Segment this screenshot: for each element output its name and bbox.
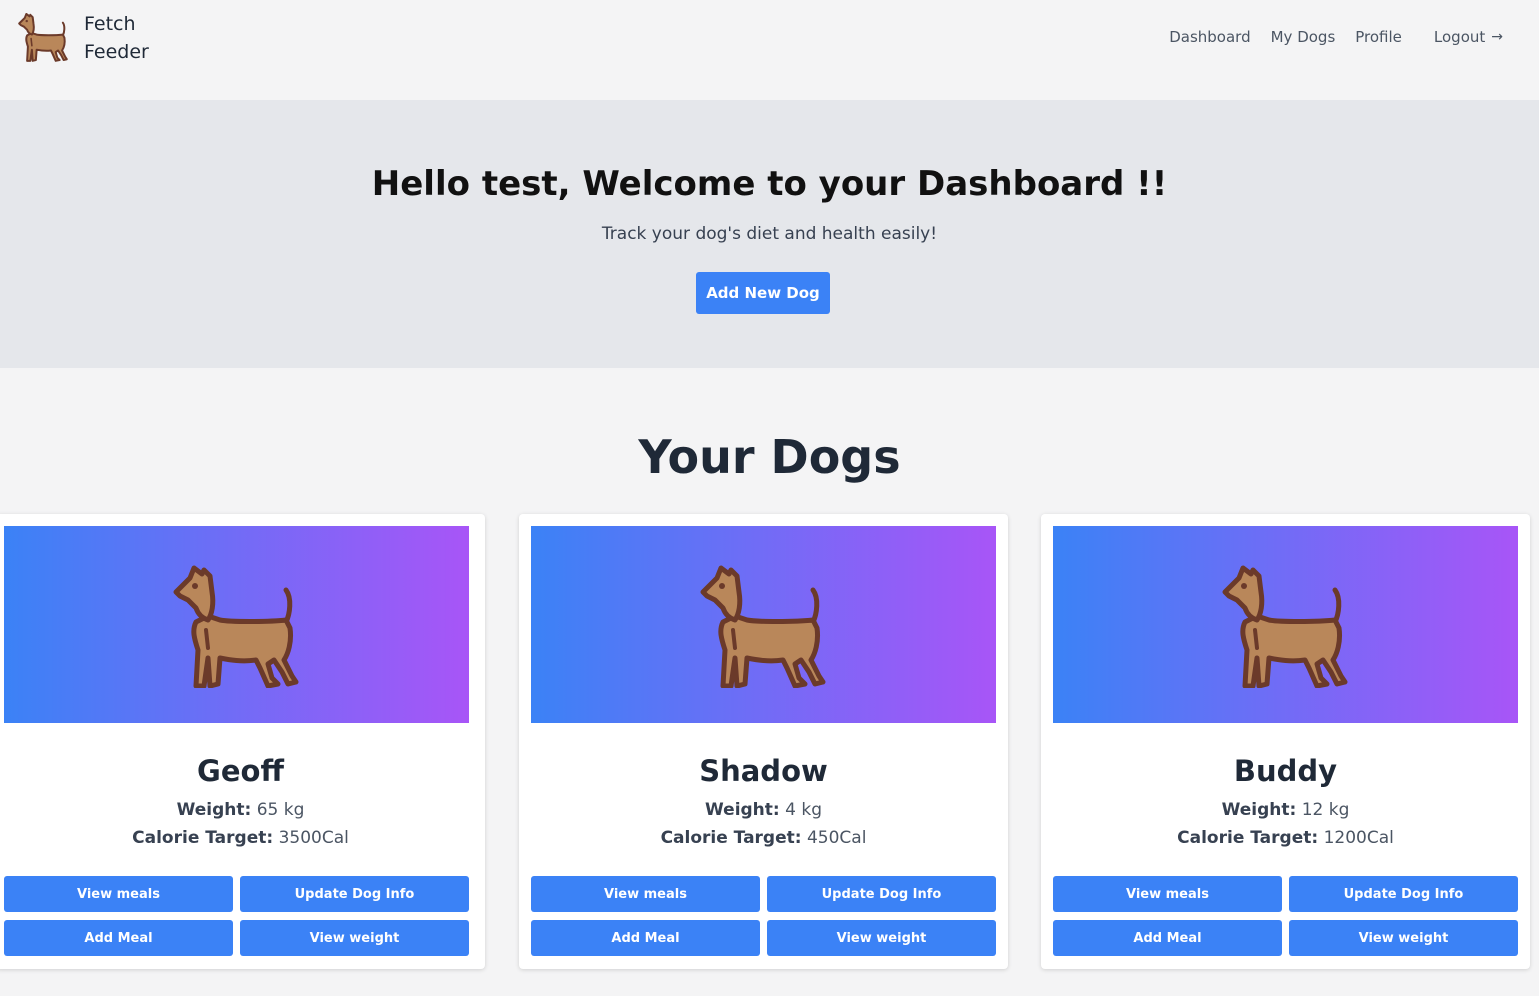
view-weight-button[interactable]: View weight: [1289, 920, 1518, 956]
arrow-right-icon: →: [1491, 29, 1503, 45]
add-meal-button[interactable]: Add Meal: [531, 920, 760, 956]
brand-name: Fetch Feeder: [84, 10, 149, 66]
add-new-dog-button[interactable]: Add New Dog: [696, 272, 830, 314]
top-navbar: Fetch Feeder Dashboard My Dogs Profile L…: [0, 0, 1539, 100]
weight-label: Weight:: [705, 800, 780, 820]
dog-icon: [168, 564, 304, 688]
dog-card: Shadow Weight: 4 kg Calorie Target: 450C…: [519, 514, 1008, 969]
dog-calorie-target: Calorie Target: 450Cal: [519, 828, 1008, 848]
update-dog-info-button[interactable]: Update Dog Info: [240, 876, 469, 912]
hero-title: Hello test, Welcome to your Dashboard !!: [371, 164, 1168, 204]
view-meals-button[interactable]: View meals: [531, 876, 760, 912]
dog-icon: [18, 12, 68, 62]
weight-label: Weight:: [1221, 800, 1297, 820]
dog-name: Geoff: [197, 754, 284, 788]
hero-subtitle: Track your dog's diet and health easily!: [601, 224, 938, 244]
dog-calorie-target: Calorie Target: 1200Cal: [1041, 828, 1530, 848]
brand[interactable]: Fetch Feeder: [16, 10, 149, 66]
nav-dashboard-link[interactable]: Dashboard: [1169, 26, 1250, 48]
calorie-label: Calorie Target:: [132, 828, 274, 848]
dog-icon: [1217, 564, 1353, 688]
weight-value: 4 kg: [785, 800, 822, 820]
dog-name: Shadow: [699, 754, 828, 788]
nav-my-dogs-link[interactable]: My Dogs: [1271, 26, 1336, 48]
dog-icon: [695, 564, 831, 688]
dog-card: Buddy Weight: 12 kg Calorie Target: 1200…: [1041, 514, 1530, 969]
hero-section: Hello test, Welcome to your Dashboard !!…: [0, 100, 1539, 368]
dog-card-banner: [4, 526, 469, 723]
dog-weight: Weight: 65 kg: [0, 800, 485, 820]
nav-profile-link[interactable]: Profile: [1355, 26, 1402, 48]
dog-card-banner: [1053, 526, 1518, 723]
view-weight-button[interactable]: View weight: [240, 920, 469, 956]
brand-line1: Fetch: [84, 13, 136, 35]
view-meals-button[interactable]: View meals: [1053, 876, 1282, 912]
weight-value: 65 kg: [256, 800, 305, 820]
nav-links: Dashboard My Dogs Profile Logout →: [1149, 26, 1503, 48]
add-meal-button[interactable]: Add Meal: [4, 920, 233, 956]
dog-card-banner: [531, 526, 996, 723]
dog-weight: Weight: 12 kg: [1041, 800, 1530, 820]
calorie-label: Calorie Target:: [1177, 828, 1319, 848]
add-meal-button[interactable]: Add Meal: [1053, 920, 1282, 956]
calorie-value: 3500Cal: [278, 828, 349, 848]
view-weight-button[interactable]: View weight: [767, 920, 996, 956]
dog-card: Geoff Weight: 65 kg Calorie Target: 3500…: [0, 514, 485, 969]
logout-label: Logout: [1433, 28, 1486, 46]
dog-calorie-target: Calorie Target: 3500Cal: [0, 828, 485, 848]
view-meals-button[interactable]: View meals: [4, 876, 233, 912]
dog-name: Buddy: [1233, 754, 1338, 788]
weight-value: 12 kg: [1301, 800, 1350, 820]
calorie-value: 1200Cal: [1323, 828, 1394, 848]
update-dog-info-button[interactable]: Update Dog Info: [1289, 876, 1518, 912]
section-title: Your Dogs: [638, 430, 901, 484]
brand-line2: Feeder: [84, 41, 149, 63]
dog-weight: Weight: 4 kg: [519, 800, 1008, 820]
calorie-value: 450Cal: [806, 828, 867, 848]
update-dog-info-button[interactable]: Update Dog Info: [767, 876, 996, 912]
nav-logout-link[interactable]: Logout →: [1434, 26, 1503, 48]
weight-label: Weight:: [176, 800, 252, 820]
calorie-label: Calorie Target:: [660, 828, 802, 848]
